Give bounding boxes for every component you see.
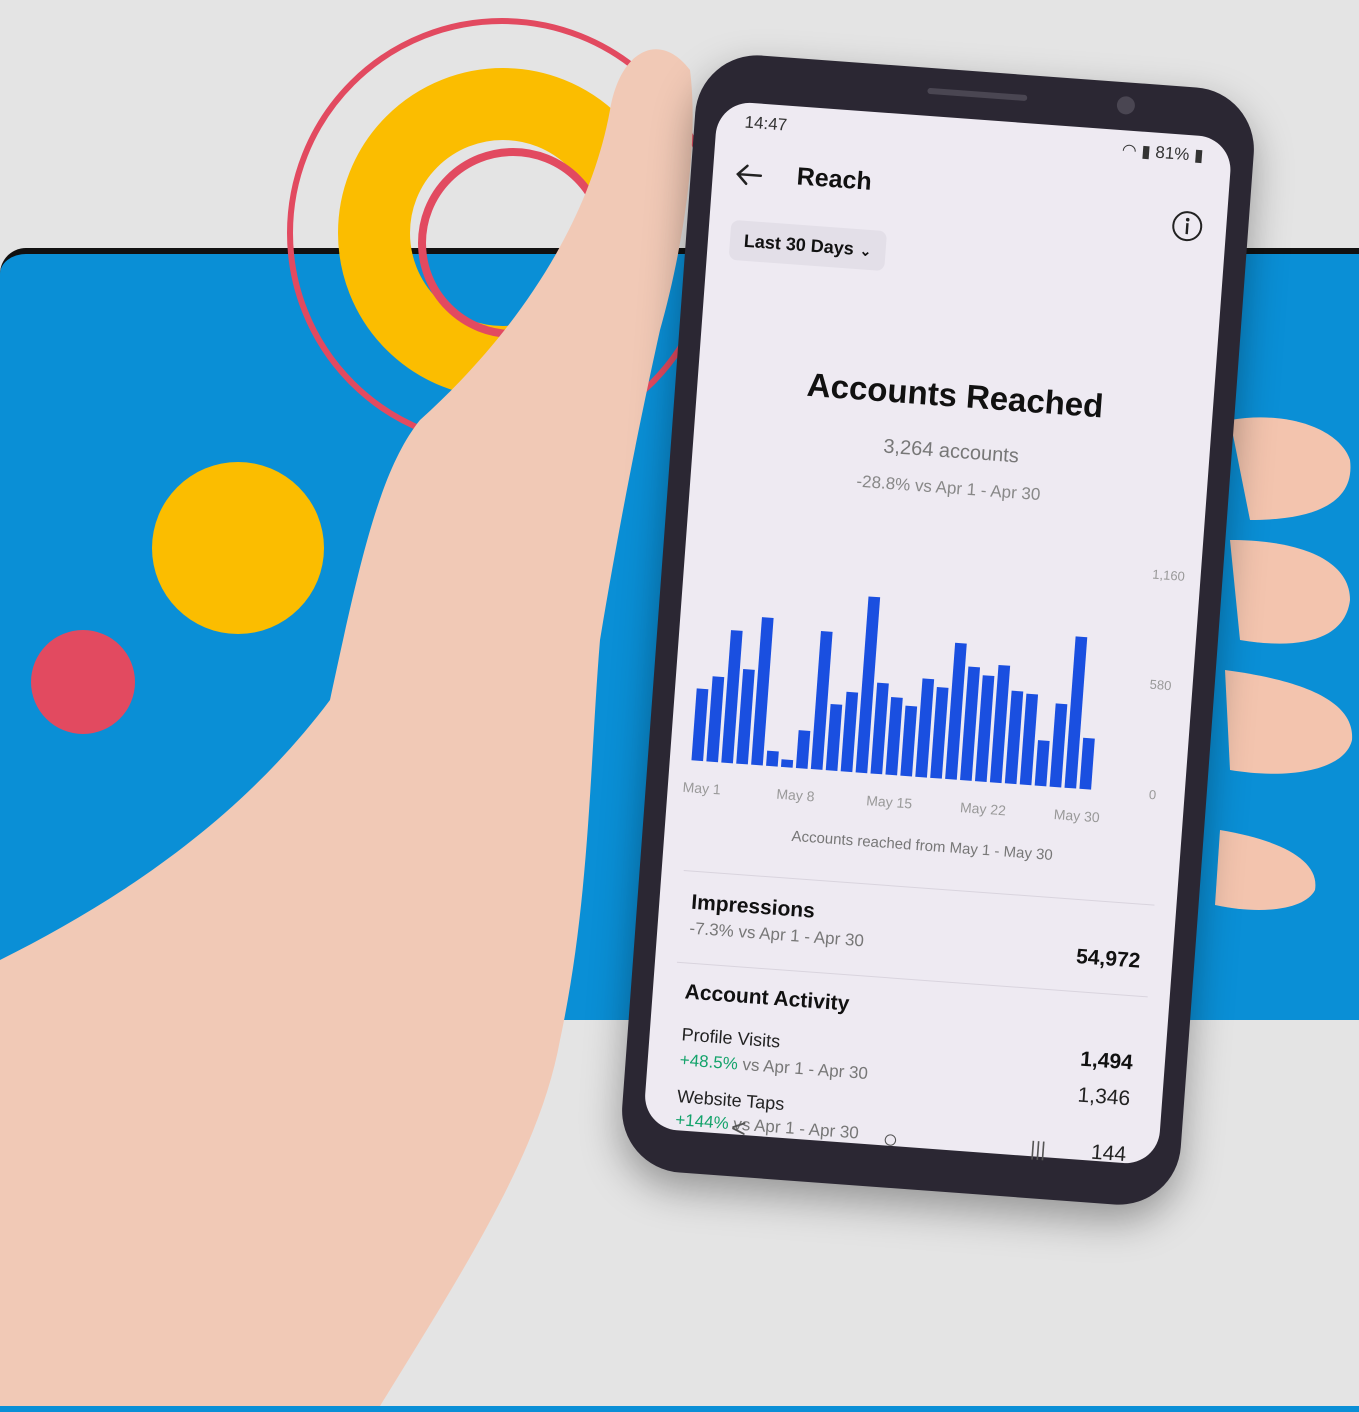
chart-bar <box>885 696 903 776</box>
battery-level: 81% <box>1154 142 1191 165</box>
profile-visits-label: Profile Visits <box>680 1024 781 1052</box>
chart-bar <box>840 691 859 773</box>
chart-bar <box>706 676 725 763</box>
status-time: 14:47 <box>743 112 788 135</box>
chart-bar <box>1049 703 1068 788</box>
x-tick-label: May 8 <box>776 786 815 805</box>
account-activity-title: Account Activity <box>683 980 851 1016</box>
impressions-change: -7.3% vs Apr 1 - Apr 30 <box>688 918 865 951</box>
chart-bar <box>915 678 935 778</box>
battery-icon: ▮ <box>1193 145 1205 166</box>
smartphone: 14:47 ◠ ▮ 81% ▮ Reach Last 30 Days ⌄ Acco… <box>617 50 1259 1210</box>
nav-recents-button[interactable]: ||| <box>1029 1138 1046 1162</box>
date-range-label: Last 30 Days <box>743 230 855 259</box>
y-tick-label: 1,160 <box>1152 567 1186 584</box>
profile-visits-change: +48.5% vs Apr 1 - Apr 30 <box>679 1050 869 1084</box>
chart-bar <box>930 687 949 779</box>
signal-icon: ▮ <box>1140 141 1152 162</box>
accounts-reached-title: Accounts Reached <box>805 365 1105 425</box>
profile-visits-change-pct: +48.5% <box>679 1050 739 1074</box>
chart-bar <box>691 688 709 762</box>
x-tick-label: May 22 <box>960 799 1007 818</box>
chart-bar <box>780 759 794 768</box>
profile-visits-value: 1,346 <box>1076 1083 1132 1111</box>
profile-visits-change-rest: vs Apr 1 - Apr 30 <box>737 1054 869 1084</box>
y-tick-label: 580 <box>1149 677 1172 694</box>
nav-home-button[interactable]: ○ <box>881 1123 900 1155</box>
phone-screen: 14:47 ◠ ▮ 81% ▮ Reach Last 30 Days ⌄ Acco… <box>642 100 1233 1166</box>
arrow-left-icon[interactable] <box>729 154 772 197</box>
x-tick-label: May 1 <box>682 779 721 798</box>
x-tick-label: May 30 <box>1053 806 1100 825</box>
account-activity-total: 1,494 <box>1079 1047 1134 1075</box>
impressions-value: 54,972 <box>1075 945 1142 973</box>
chart-bar <box>1004 690 1024 785</box>
nav-back-button[interactable]: < <box>730 1112 747 1144</box>
chart-bar <box>825 703 843 772</box>
chart-bar <box>751 617 774 766</box>
chart-bar <box>870 682 889 775</box>
impressions-title: Impressions <box>690 890 816 923</box>
y-tick-label: 0 <box>1148 787 1156 802</box>
chart-bar <box>795 730 811 769</box>
front-camera <box>1116 95 1136 115</box>
earpiece <box>927 87 1028 102</box>
x-tick-label: May 15 <box>866 792 913 811</box>
battery-indicator: ◠ ▮ 81% ▮ <box>1121 140 1204 166</box>
wifi-icon: ◠ <box>1121 140 1138 161</box>
date-range-dropdown[interactable]: Last 30 Days ⌄ <box>728 219 887 272</box>
chart-bar <box>1079 737 1095 790</box>
chevron-down-icon: ⌄ <box>859 242 872 260</box>
page-title: Reach <box>795 162 873 196</box>
accounts-reached-chart: 1,160 580 0 May 1 May 8 May 15 May 22 May 30 <box>682 567 1186 826</box>
info-icon[interactable] <box>1169 208 1205 244</box>
chart-bar <box>1034 740 1050 787</box>
chart-bar <box>900 705 918 777</box>
chart-bar <box>766 750 779 767</box>
chart-bar <box>1019 693 1039 786</box>
chart-bar <box>736 669 755 765</box>
